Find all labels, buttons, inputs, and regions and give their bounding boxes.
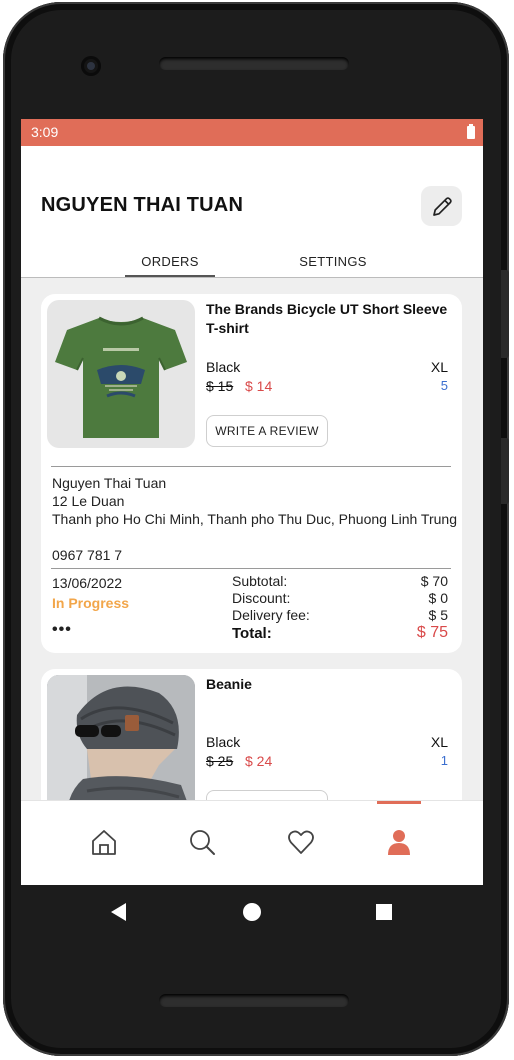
tshirt-image [55, 316, 187, 438]
more-options-button[interactable]: ••• [52, 621, 72, 639]
profile-name: NGUYEN THAI TUAN [41, 194, 244, 216]
write-review-button[interactable]: WRITE A REVIEW [206, 415, 328, 447]
app-screen: 3:09 NGUYEN THAI TUAN ORDERS SETTINGS Th… [21, 119, 483, 885]
product-image[interactable] [47, 675, 195, 800]
order-card: The Brands Bicycle UT Short Sleeve T-shi… [41, 294, 462, 653]
new-price: $ 14 [245, 378, 273, 394]
order-status: In Progress [52, 595, 130, 611]
product-name: The Brands Bicycle UT Short Sleeve T-shi… [206, 301, 448, 336]
power-button [501, 438, 509, 504]
nav-profile[interactable] [361, 801, 421, 885]
product-image[interactable] [47, 300, 195, 448]
address-city: Thanh pho Ho Chi Minh, Thanh pho Thu Duc… [52, 511, 457, 527]
status-time: 3:09 [31, 124, 59, 140]
battery-icon [467, 124, 475, 139]
bottom-speaker [159, 994, 349, 1007]
card-divider [51, 568, 451, 569]
tab-settings[interactable]: SETTINGS [285, 254, 381, 269]
beanie-image [47, 675, 195, 800]
pencil-icon [433, 197, 452, 216]
discount-value: $ 0 [428, 590, 448, 606]
earpiece-speaker [159, 57, 349, 70]
front-camera [81, 56, 101, 76]
nav-home[interactable] [74, 801, 134, 885]
back-nav-icon[interactable] [108, 901, 128, 923]
profile-header: NGUYEN THAI TUAN ORDERS SETTINGS [21, 146, 483, 278]
active-nav-indicator [377, 801, 421, 804]
write-review-button[interactable]: WRITE A REVIEW [206, 790, 328, 800]
recipient-name: Nguyen Thai Tuan [52, 475, 167, 491]
order-date: 13/06/2022 [52, 575, 123, 591]
product-size: XL [430, 359, 448, 375]
total-label: Total: [232, 625, 272, 642]
card-divider [51, 466, 451, 467]
heart-icon [288, 830, 314, 854]
tab-orders[interactable]: ORDERS [125, 254, 215, 269]
address-street: 12 Le Duan [52, 493, 125, 509]
order-card: Beanie Black XL $ 25 $ 24 1 WRITE A REVI… [41, 669, 462, 800]
home-icon [92, 830, 116, 855]
phone-number: 0967 781 7 [52, 547, 123, 563]
profile-icon [388, 830, 410, 855]
product-size: XL [430, 734, 448, 750]
quantity: 5 [440, 378, 448, 393]
delivery-fee-value: $ 5 [428, 607, 448, 623]
volume-button [501, 270, 509, 358]
product-color: Black [206, 734, 241, 750]
quantity: 1 [440, 753, 448, 768]
nav-favorites[interactable] [271, 801, 331, 885]
discount-label: Discount: [232, 590, 291, 606]
nav-search[interactable] [172, 801, 232, 885]
old-price: $ 25 [206, 753, 234, 769]
delivery-fee-label: Delivery fee: [232, 607, 310, 623]
search-icon [190, 830, 215, 855]
old-price: $ 15 [206, 378, 234, 394]
subtotal-label: Subtotal: [232, 573, 288, 589]
order-list[interactable]: The Brands Bicycle UT Short Sleeve T-shi… [21, 278, 483, 800]
product-name: Beanie [206, 676, 252, 692]
new-price: $ 24 [245, 753, 273, 769]
recents-nav-icon[interactable] [375, 903, 393, 921]
home-nav-icon[interactable] [242, 902, 262, 922]
edit-profile-button[interactable] [421, 186, 462, 226]
status-bar: 3:09 [21, 119, 483, 146]
subtotal-value: $ 70 [420, 573, 448, 589]
bottom-navigation [21, 800, 483, 885]
total-value: $ 75 [416, 624, 448, 641]
product-color: Black [206, 359, 241, 375]
